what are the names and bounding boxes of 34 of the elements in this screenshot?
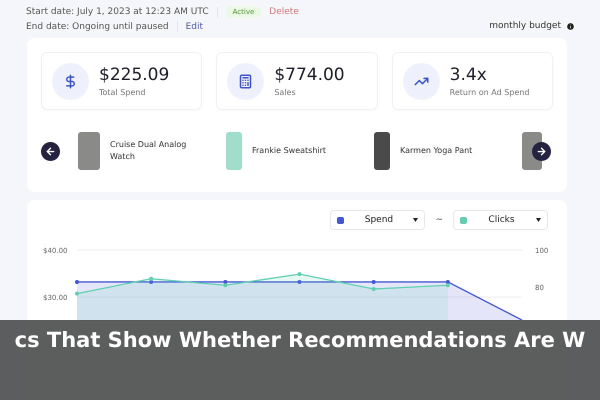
data-point xyxy=(372,280,376,284)
photo-placeholder xyxy=(78,132,100,170)
info-icon[interactable] xyxy=(566,22,575,30)
metric-dropdown[interactable]: Clicks xyxy=(453,210,548,230)
start-date: Start date: July 1, 2023 at 12:23 AM UTC xyxy=(26,7,209,17)
budget-note: monthly budget xyxy=(489,21,561,31)
dollar-icon xyxy=(63,74,78,88)
stat-value: 3.4x xyxy=(450,65,488,85)
stat-value: $225.09 xyxy=(99,65,170,85)
caret-icon xyxy=(413,218,418,222)
metric-dropdown[interactable]: Spend xyxy=(330,210,426,230)
previous-button[interactable] xyxy=(41,142,60,160)
product-name[interactable]: Cruise Dual Analog Watch xyxy=(110,139,190,163)
arrow-left-icon xyxy=(45,146,56,156)
data-point xyxy=(298,272,302,276)
photo-placeholder xyxy=(226,132,242,170)
product-name[interactable]: Frankie Sweatshirt xyxy=(252,145,332,157)
calculator-icon xyxy=(238,74,254,88)
photo-placeholder xyxy=(374,132,390,170)
caret-icon xyxy=(536,218,541,222)
data-point xyxy=(372,286,376,291)
data-point xyxy=(75,280,79,284)
stat-value: $774.00 xyxy=(274,65,345,85)
stat-label: Return on Ad Spend xyxy=(450,88,530,97)
caption-text: cs That Show Whether Recommendations Are W xyxy=(14,328,586,352)
end-date: End date: Ongoing until paused xyxy=(26,22,169,32)
data-point xyxy=(298,280,302,284)
stat-label: Total Spend xyxy=(99,88,146,97)
separator: ~ xyxy=(435,215,443,225)
edit-link[interactable]: Edit xyxy=(186,22,204,32)
arrow-right-icon xyxy=(536,146,547,156)
product-name[interactable]: Karmen Yoga Pant xyxy=(400,145,480,157)
stat-label: Sales xyxy=(274,88,297,97)
data-point xyxy=(75,292,79,296)
